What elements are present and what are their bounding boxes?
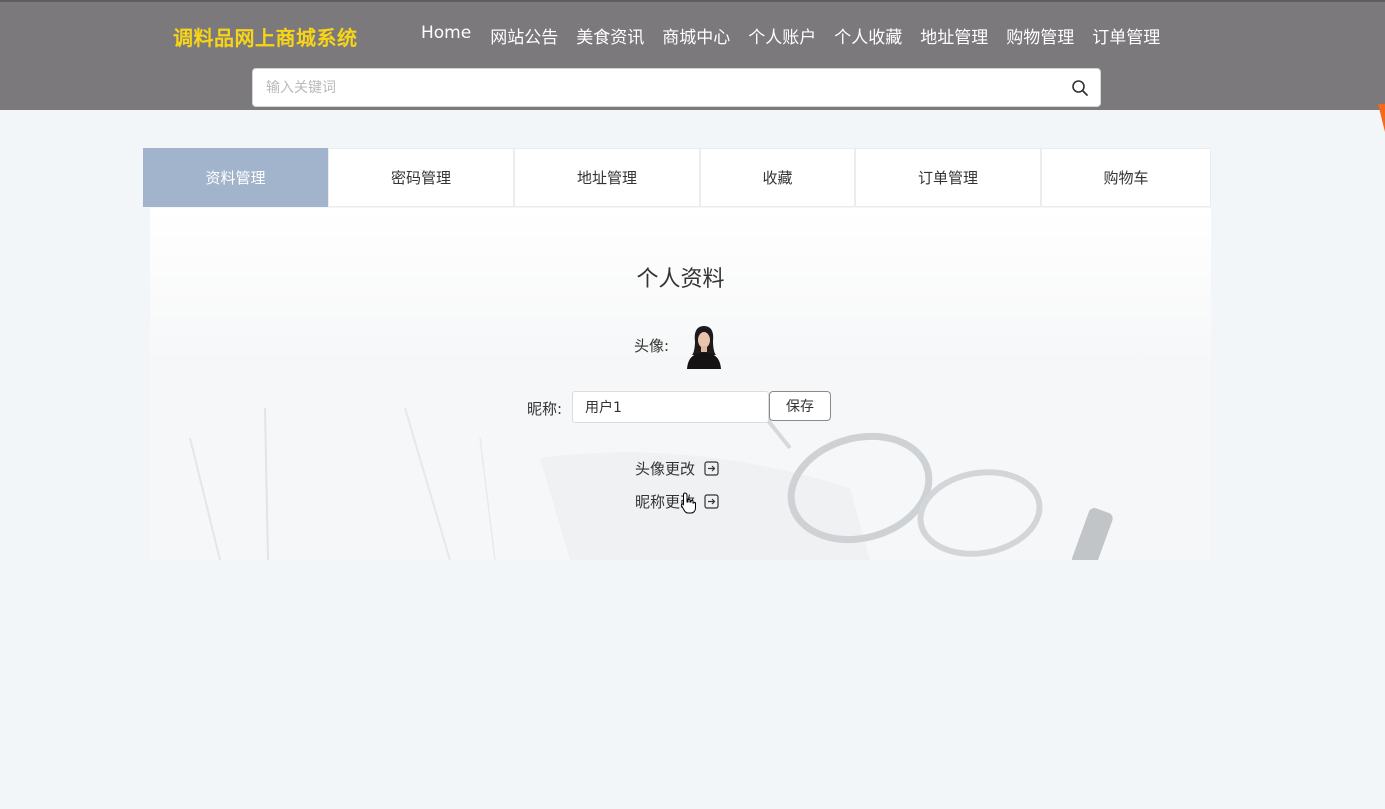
account-tabs: 资料管理 密码管理 地址管理 收藏 订单管理 购物车 xyxy=(143,148,1211,207)
nav-order-management[interactable]: 订单管理 xyxy=(1092,23,1160,48)
search-input[interactable] xyxy=(253,69,1053,106)
nav-announcements[interactable]: 网站公告 xyxy=(490,23,558,48)
nav-address-management[interactable]: 地址管理 xyxy=(920,23,988,48)
tab-password[interactable]: 密码管理 xyxy=(328,148,514,207)
tab-favorites[interactable]: 收藏 xyxy=(700,148,855,207)
page-title: 个人资料 xyxy=(636,267,725,292)
nickname-input[interactable] xyxy=(572,391,769,423)
corner-accent xyxy=(1378,104,1385,132)
nav-mall-center[interactable]: 商城中心 xyxy=(662,23,730,48)
nav-food-news[interactable]: 美食资讯 xyxy=(576,23,644,48)
save-button[interactable]: 保存 xyxy=(769,391,831,421)
change-avatar-link[interactable]: 头像更改 xyxy=(635,458,719,479)
change-nickname-link[interactable]: 昵称更改 xyxy=(635,491,719,512)
profile-panel: 个人资料 头像: 昵称: 保存 头像更改 昵称更改 xyxy=(150,208,1211,560)
main-nav: Home 网站公告 美食资讯 商城中心 个人账户 个人收藏 地址管理 购物管理 … xyxy=(421,23,1178,48)
tab-profile[interactable]: 资料管理 xyxy=(143,148,328,207)
change-nickname-label: 昵称更改 xyxy=(635,493,696,511)
nav-personal-favorites[interactable]: 个人收藏 xyxy=(834,23,902,48)
avatar[interactable] xyxy=(684,323,724,369)
arrow-right-box-icon xyxy=(704,494,719,509)
arrow-right-box-icon xyxy=(704,461,719,476)
avatar-label: 头像: xyxy=(634,337,670,355)
nickname-label: 昵称: xyxy=(527,400,563,418)
search-bar xyxy=(252,68,1101,107)
site-logo[interactable]: 调料品网上商城系统 xyxy=(173,22,358,51)
tab-cart[interactable]: 购物车 xyxy=(1041,148,1211,207)
tab-orders[interactable]: 订单管理 xyxy=(855,148,1041,207)
top-navbar: 调料品网上商城系统 Home 网站公告 美食资讯 商城中心 个人账户 个人收藏 … xyxy=(0,0,1385,110)
tab-address[interactable]: 地址管理 xyxy=(514,148,700,207)
nav-personal-account[interactable]: 个人账户 xyxy=(748,23,816,48)
change-avatar-label: 头像更改 xyxy=(635,460,696,478)
search-icon[interactable] xyxy=(1071,79,1089,97)
nav-shopping-management[interactable]: 购物管理 xyxy=(1006,23,1074,48)
nav-home[interactable]: Home xyxy=(421,23,471,48)
